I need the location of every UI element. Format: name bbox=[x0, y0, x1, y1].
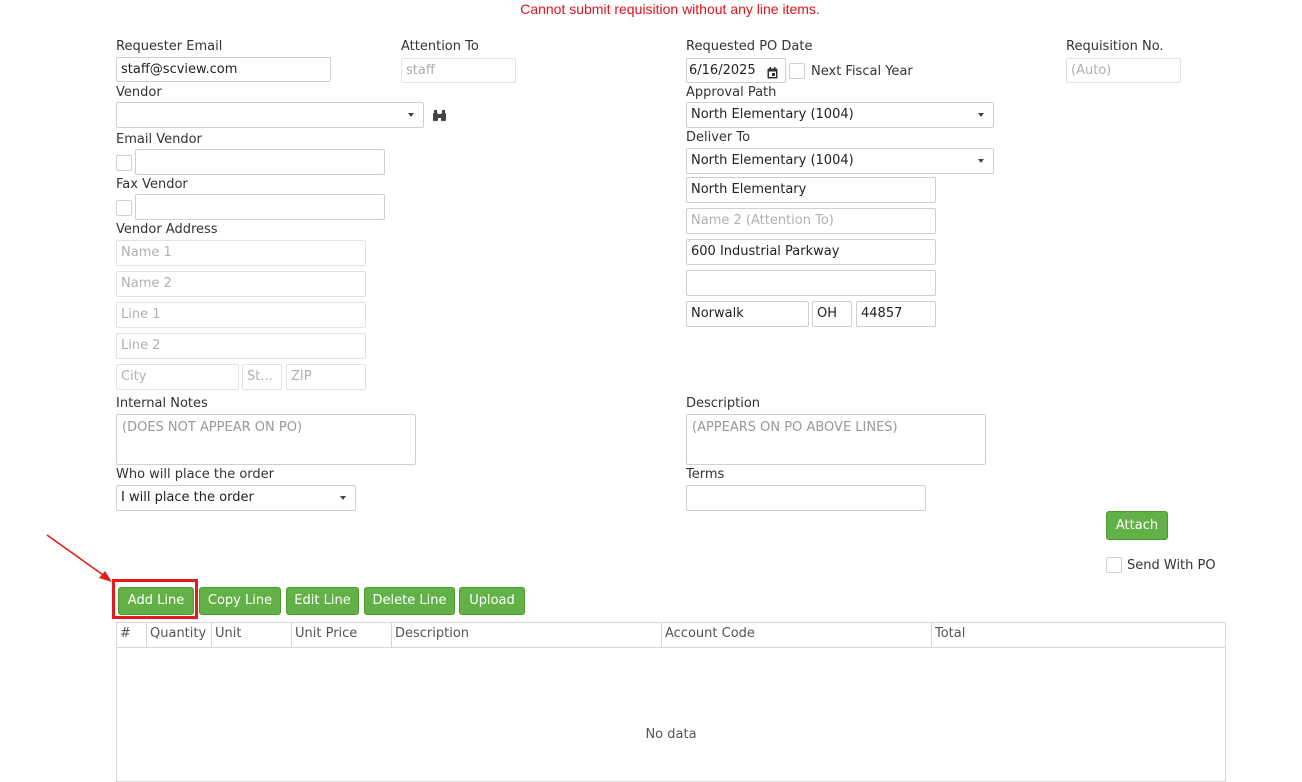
copy-line-button[interactable]: Copy Line bbox=[199, 587, 281, 615]
email-vendor-input[interactable] bbox=[135, 149, 385, 175]
vendor-city-input[interactable]: City bbox=[116, 364, 239, 390]
deliver-city-input[interactable]: Norwalk bbox=[686, 301, 809, 327]
deliver-to-label: Deliver To bbox=[686, 130, 751, 145]
edit-line-button[interactable]: Edit Line bbox=[286, 587, 359, 615]
next-fiscal-year-label: Next Fiscal Year bbox=[811, 64, 913, 79]
requester-email-input[interactable]: staff@scview.com bbox=[116, 57, 331, 82]
grid-header-row: # Quantity Unit Unit Price Description A… bbox=[117, 623, 1225, 648]
attention-to-label: Attention To bbox=[401, 39, 479, 54]
internal-notes-label: Internal Notes bbox=[116, 396, 208, 411]
vendor-label: Vendor bbox=[116, 85, 162, 100]
deliver-state-input[interactable]: OH bbox=[812, 301, 852, 327]
requested-po-date-input[interactable]: 6/16/2025 bbox=[686, 58, 786, 83]
description-label: Description bbox=[686, 396, 761, 411]
chevron-down-icon bbox=[408, 113, 414, 117]
grid-empty-message: No data bbox=[645, 727, 697, 742]
vendor-address-label: Vendor Address bbox=[116, 222, 218, 237]
column-header-account-code[interactable]: Account Code bbox=[662, 623, 932, 647]
vendor-name1-input[interactable]: Name 1 bbox=[116, 240, 366, 266]
deliver-line1-input[interactable]: 600 Industrial Parkway bbox=[686, 239, 936, 265]
column-header-unit[interactable]: Unit bbox=[212, 623, 292, 647]
po-date-value: 6/16/2025 bbox=[689, 63, 756, 78]
requisition-no-label: Requisition No. bbox=[1066, 39, 1164, 54]
chevron-down-icon bbox=[340, 496, 346, 500]
deliver-zip-input[interactable]: 44857 bbox=[856, 301, 936, 327]
deliver-to-select[interactable]: North Elementary (1004) bbox=[686, 148, 994, 174]
email-vendor-label: Email Vendor bbox=[116, 132, 202, 147]
email-vendor-checkbox[interactable] bbox=[116, 155, 132, 171]
delete-line-button[interactable]: Delete Line bbox=[364, 587, 455, 615]
fax-vendor-checkbox[interactable] bbox=[116, 200, 132, 216]
vendor-line1-input[interactable]: Line 1 bbox=[116, 302, 366, 328]
who-places-select[interactable]: I will place the order bbox=[116, 485, 356, 511]
annotation-arrow-icon bbox=[46, 534, 112, 582]
line-items-grid: # Quantity Unit Unit Price Description A… bbox=[116, 622, 1226, 782]
approval-path-select[interactable]: North Elementary (1004) bbox=[686, 102, 994, 128]
terms-input[interactable] bbox=[686, 485, 926, 511]
chevron-down-icon bbox=[978, 159, 984, 163]
error-message: Cannot submit requisition without any li… bbox=[520, 1, 820, 17]
deliver-name2-input[interactable]: Name 2 (Attention To) bbox=[686, 208, 936, 234]
approval-path-label: Approval Path bbox=[686, 85, 777, 100]
deliver-name1-input[interactable]: North Elementary bbox=[686, 177, 936, 203]
add-line-button[interactable]: Add Line bbox=[118, 587, 194, 615]
column-header-unit-price[interactable]: Unit Price bbox=[292, 623, 392, 647]
vendor-line2-input[interactable]: Line 2 bbox=[116, 333, 366, 359]
description-textarea[interactable]: (APPEARS ON PO ABOVE LINES) bbox=[686, 414, 986, 465]
deliver-to-value: North Elementary (1004) bbox=[691, 153, 854, 168]
terms-label: Terms bbox=[686, 467, 725, 482]
vendor-state-input[interactable]: St... bbox=[242, 364, 282, 390]
vendor-zip-input[interactable]: ZIP bbox=[286, 364, 366, 390]
requested-po-date-label: Requested PO Date bbox=[686, 39, 813, 54]
approval-path-value: North Elementary (1004) bbox=[691, 107, 854, 122]
next-fiscal-year-checkbox[interactable] bbox=[789, 63, 805, 79]
vendor-select[interactable] bbox=[116, 102, 424, 128]
attention-to-input[interactable]: staff bbox=[401, 58, 516, 83]
send-with-po-checkbox[interactable] bbox=[1106, 557, 1122, 573]
column-header-description[interactable]: Description bbox=[392, 623, 662, 647]
column-header-quantity[interactable]: Quantity bbox=[147, 623, 212, 647]
deliver-line2-input[interactable] bbox=[686, 270, 936, 296]
fax-vendor-input[interactable] bbox=[135, 194, 385, 220]
who-places-value: I will place the order bbox=[121, 490, 254, 505]
requester-email-label: Requester Email bbox=[116, 39, 223, 54]
who-places-label: Who will place the order bbox=[116, 467, 275, 482]
upload-button[interactable]: Upload bbox=[459, 587, 525, 615]
requisition-no-input: (Auto) bbox=[1066, 58, 1181, 83]
fax-vendor-label: Fax Vendor bbox=[116, 177, 188, 192]
chevron-down-icon bbox=[978, 113, 984, 117]
attach-button[interactable]: Attach bbox=[1106, 511, 1168, 540]
column-header-total[interactable]: Total bbox=[932, 623, 1225, 647]
vendor-lookup-icon[interactable] bbox=[433, 110, 446, 126]
internal-notes-textarea[interactable]: (DOES NOT APPEAR ON PO) bbox=[116, 414, 416, 465]
column-header-number[interactable]: # bbox=[117, 623, 147, 647]
send-with-po-label: Send With PO bbox=[1127, 558, 1216, 573]
vendor-name2-input[interactable]: Name 2 bbox=[116, 271, 366, 297]
calendar-icon[interactable] bbox=[767, 64, 778, 82]
